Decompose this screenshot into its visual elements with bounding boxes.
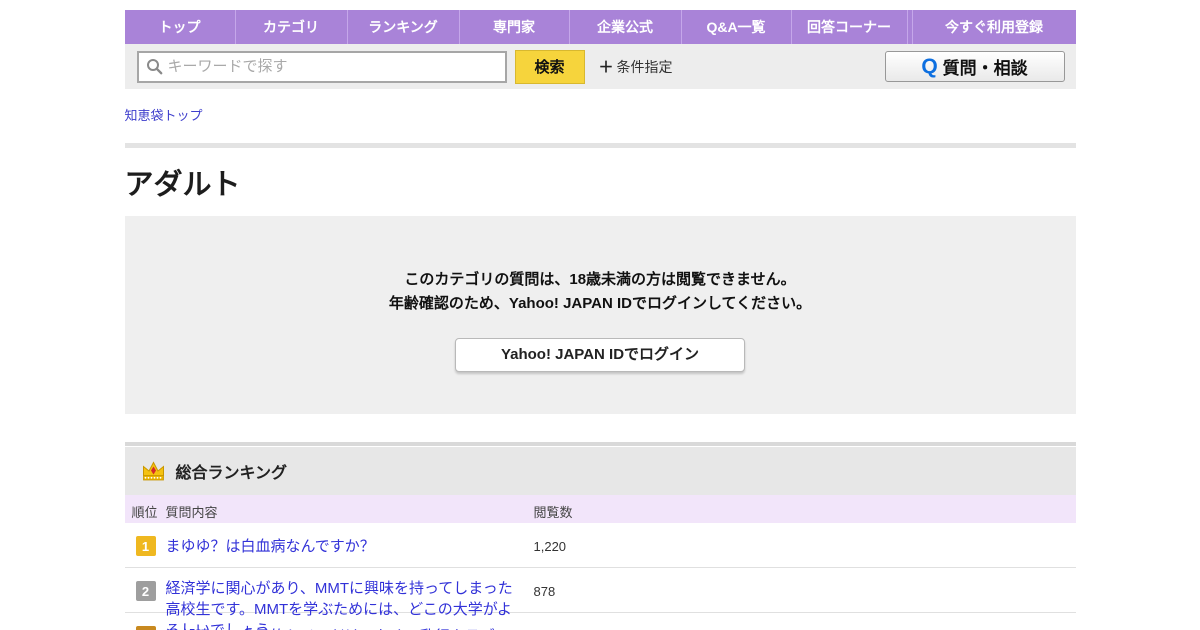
- section-divider: [125, 143, 1076, 148]
- overall-ranking-section: 総合ランキング 順位 質問内容 閲覧数 1 まゆゆ？は白血病なんですか？ 1,2…: [125, 442, 1076, 630]
- rank-badge-2: 2: [136, 581, 156, 601]
- column-rank: 順位: [132, 502, 158, 521]
- q-logo-icon: Q: [921, 55, 937, 79]
- nav-item-category[interactable]: カテゴリ: [235, 10, 347, 44]
- nav-item-answer-corner[interactable]: 回答コーナー: [791, 10, 907, 44]
- ranking-top-bar: [125, 442, 1076, 446]
- plus-icon: ＋: [599, 56, 614, 77]
- ranking-column-headers: 順位 質問内容 閲覧数: [125, 495, 1076, 523]
- age-verification-notice: このカテゴリの質問は、18歳未満の方は閲覧できません。 年齢確認のため、Yaho…: [125, 216, 1076, 414]
- breadcrumb: 知恵袋トップ: [125, 105, 1076, 124]
- table-row: 2 経済学に関心があり、MMTに興味を持ってしまった高校生です。MMTを学ぶため…: [125, 568, 1076, 613]
- view-count: 1,220: [534, 539, 567, 554]
- nav-item-experts[interactable]: 専門家: [459, 10, 569, 44]
- ask-question-label: 質問・相談: [943, 54, 1028, 79]
- question-link[interactable]: 渡部建って多目的トイレだけでなく。乱行クラブで: [166, 626, 518, 630]
- table-row: 3 渡部建って多目的トイレだけでなく。乱行クラブで 543: [125, 613, 1076, 630]
- search-box[interactable]: [137, 51, 507, 83]
- column-views: 閲覧数: [534, 502, 573, 521]
- advanced-search-link[interactable]: ＋ 条件指定: [599, 56, 673, 77]
- magnifier-icon: [146, 58, 163, 75]
- notice-line-2: 年齢確認のため、Yahoo! JAPAN IDでログインしてください。: [125, 292, 1076, 316]
- search-input[interactable]: [168, 58, 498, 75]
- rank-badge-1: 1: [136, 536, 156, 556]
- ranking-header: 総合ランキング: [125, 447, 1076, 495]
- nav-item-official[interactable]: 企業公式: [569, 10, 681, 44]
- notice-line-1: このカテゴリの質問は、18歳未満の方は閲覧できません。: [125, 268, 1076, 292]
- nav-item-ranking[interactable]: ランキング: [347, 10, 459, 44]
- nav-item-qa-list[interactable]: Q&A一覧: [681, 10, 791, 44]
- breadcrumb-home-link[interactable]: 知恵袋トップ: [125, 108, 203, 123]
- view-count: 878: [534, 584, 556, 599]
- nav-item-top[interactable]: トップ: [125, 10, 235, 44]
- search-toolbar: 検索 ＋ 条件指定 Q 質問・相談: [125, 44, 1076, 89]
- ask-question-button[interactable]: Q 質問・相談: [885, 51, 1065, 82]
- page-title: アダルト: [125, 161, 1076, 203]
- crown-icon: [141, 460, 166, 483]
- rank-badge-3: 3: [136, 626, 156, 630]
- question-link[interactable]: まゆゆ？は白血病なんですか？: [166, 536, 518, 557]
- column-question: 質問内容: [166, 502, 218, 521]
- page-content: トップ カテゴリ ランキング 専門家 企業公式 Q&A一覧 回答コーナー 今すぐ…: [125, 10, 1076, 630]
- ranking-title: 総合ランキング: [176, 459, 288, 483]
- nav-item-register[interactable]: 今すぐ利用登録: [913, 10, 1076, 44]
- search-button[interactable]: 検索: [515, 50, 585, 84]
- advanced-search-label: 条件指定: [617, 57, 673, 77]
- top-nav: トップ カテゴリ ランキング 専門家 企業公式 Q&A一覧 回答コーナー 今すぐ…: [125, 10, 1076, 44]
- yahoo-login-button[interactable]: Yahoo! JAPAN IDでログイン: [455, 338, 745, 372]
- table-row: 1 まゆゆ？は白血病なんですか？ 1,220: [125, 523, 1076, 568]
